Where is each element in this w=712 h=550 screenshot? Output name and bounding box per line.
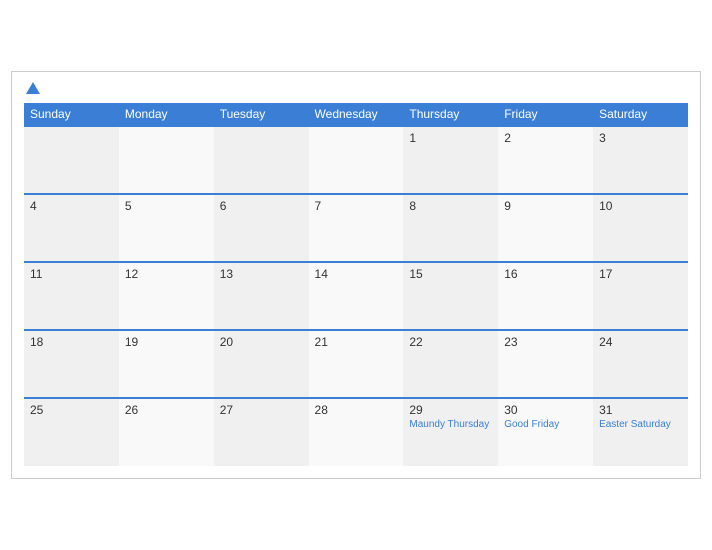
calendar-thead: SundayMondayTuesdayWednesdayThursdayFrid… bbox=[24, 103, 688, 126]
logo-triangle-icon bbox=[26, 82, 40, 94]
holiday-name: Good Friday bbox=[504, 419, 587, 431]
weekday-header-wednesday: Wednesday bbox=[309, 103, 404, 126]
day-number: 15 bbox=[409, 267, 492, 281]
day-number: 2 bbox=[504, 131, 587, 145]
calendar-cell: 29 Maundy Thursday bbox=[403, 398, 498, 466]
calendar-cell: 8 bbox=[403, 194, 498, 262]
calendar-cell: 24 bbox=[593, 330, 688, 398]
calendar-week-row: 123 bbox=[24, 126, 688, 194]
calendar-week-row: 25 26 27 28 29 Maundy Thursday 30 Good Friday 31… bbox=[24, 398, 688, 466]
weekday-header-friday: Friday bbox=[498, 103, 593, 126]
calendar-tbody: 1234567891011121314151617181920212223242… bbox=[24, 126, 688, 466]
day-number: 22 bbox=[409, 335, 492, 349]
calendar-cell: 5 bbox=[119, 194, 214, 262]
day-number: 8 bbox=[409, 199, 492, 213]
day-number: 28 bbox=[315, 403, 398, 417]
calendar-cell: 30 Good Friday bbox=[498, 398, 593, 466]
calendar-cell: 2 bbox=[498, 126, 593, 194]
calendar-cell: 23 bbox=[498, 330, 593, 398]
calendar-cell: 11 bbox=[24, 262, 119, 330]
day-number: 27 bbox=[220, 403, 303, 417]
day-number: 24 bbox=[599, 335, 682, 349]
calendar-cell: 13 bbox=[214, 262, 309, 330]
calendar-container: SundayMondayTuesdayWednesdayThursdayFrid… bbox=[11, 71, 701, 479]
calendar-cell: 20 bbox=[214, 330, 309, 398]
weekday-header-row: SundayMondayTuesdayWednesdayThursdayFrid… bbox=[24, 103, 688, 126]
day-number: 10 bbox=[599, 199, 682, 213]
holiday-name: Maundy Thursday bbox=[409, 419, 492, 431]
calendar-cell: 16 bbox=[498, 262, 593, 330]
day-number: 9 bbox=[504, 199, 587, 213]
day-number: 19 bbox=[125, 335, 208, 349]
weekday-header-saturday: Saturday bbox=[593, 103, 688, 126]
calendar-cell bbox=[309, 126, 404, 194]
calendar-table: SundayMondayTuesdayWednesdayThursdayFrid… bbox=[24, 103, 688, 466]
calendar-cell: 1 bbox=[403, 126, 498, 194]
day-number: 3 bbox=[599, 131, 682, 145]
day-number: 4 bbox=[30, 199, 113, 213]
day-number: 20 bbox=[220, 335, 303, 349]
calendar-cell: 9 bbox=[498, 194, 593, 262]
calendar-cell: 25 bbox=[24, 398, 119, 466]
day-number: 12 bbox=[125, 267, 208, 281]
day-number: 14 bbox=[315, 267, 398, 281]
day-number: 17 bbox=[599, 267, 682, 281]
calendar-cell: 4 bbox=[24, 194, 119, 262]
day-number: 25 bbox=[30, 403, 113, 417]
calendar-cell bbox=[119, 126, 214, 194]
logo-blue-text bbox=[24, 82, 40, 95]
calendar-cell bbox=[24, 126, 119, 194]
calendar-cell: 15 bbox=[403, 262, 498, 330]
calendar-cell: 18 bbox=[24, 330, 119, 398]
calendar-cell: 10 bbox=[593, 194, 688, 262]
logo bbox=[24, 82, 40, 95]
calendar-week-row: 11 12 13 14 15 16 17 bbox=[24, 262, 688, 330]
day-number: 5 bbox=[125, 199, 208, 213]
calendar-cell: 3 bbox=[593, 126, 688, 194]
calendar-cell: 12 bbox=[119, 262, 214, 330]
calendar-cell: 22 bbox=[403, 330, 498, 398]
calendar-week-row: 18 19 20 21 22 23 24 bbox=[24, 330, 688, 398]
day-number: 16 bbox=[504, 267, 587, 281]
day-number: 30 bbox=[504, 403, 587, 417]
day-number: 6 bbox=[220, 199, 303, 213]
calendar-cell bbox=[214, 126, 309, 194]
day-number: 23 bbox=[504, 335, 587, 349]
day-number: 29 bbox=[409, 403, 492, 417]
day-number: 7 bbox=[315, 199, 398, 213]
day-number: 11 bbox=[30, 267, 113, 281]
calendar-cell: 6 bbox=[214, 194, 309, 262]
calendar-cell: 7 bbox=[309, 194, 404, 262]
day-number: 26 bbox=[125, 403, 208, 417]
day-number: 1 bbox=[409, 131, 492, 145]
weekday-header-sunday: Sunday bbox=[24, 103, 119, 126]
calendar-cell: 17 bbox=[593, 262, 688, 330]
calendar-cell: 27 bbox=[214, 398, 309, 466]
calendar-week-row: 456789 10 bbox=[24, 194, 688, 262]
calendar-cell: 28 bbox=[309, 398, 404, 466]
day-number: 13 bbox=[220, 267, 303, 281]
calendar-cell: 31 Easter Saturday bbox=[593, 398, 688, 466]
weekday-header-monday: Monday bbox=[119, 103, 214, 126]
weekday-header-tuesday: Tuesday bbox=[214, 103, 309, 126]
calendar-cell: 21 bbox=[309, 330, 404, 398]
calendar-cell: 14 bbox=[309, 262, 404, 330]
day-number: 31 bbox=[599, 403, 682, 417]
weekday-header-thursday: Thursday bbox=[403, 103, 498, 126]
holiday-name: Easter Saturday bbox=[599, 419, 682, 431]
day-number: 18 bbox=[30, 335, 113, 349]
calendar-header bbox=[24, 82, 688, 95]
calendar-cell: 26 bbox=[119, 398, 214, 466]
calendar-cell: 19 bbox=[119, 330, 214, 398]
day-number: 21 bbox=[315, 335, 398, 349]
